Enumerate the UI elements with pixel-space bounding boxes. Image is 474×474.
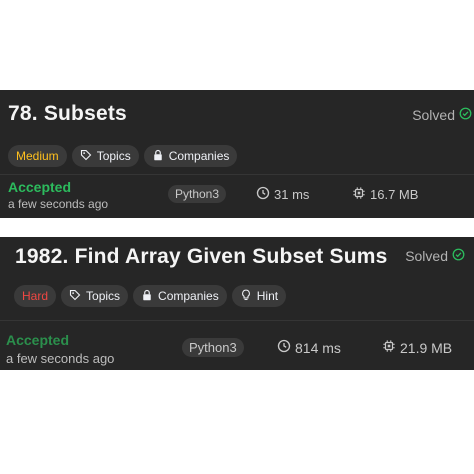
submission-card-subsets: 78. Subsets Solved Medium Topics Compani… [0, 90, 474, 218]
difficulty-badge: Medium [8, 145, 67, 167]
memory-stat: 16.7 MB [352, 186, 418, 203]
lock-icon [141, 289, 153, 304]
check-circle-icon [459, 107, 472, 123]
topics-label: Topics [96, 149, 131, 163]
hint-label: Hint [256, 289, 279, 303]
tag-list: Medium Topics Companies [8, 145, 238, 167]
divider [0, 320, 474, 321]
clock-icon [277, 339, 291, 356]
tag-list: Hard Topics Companies Hint [14, 285, 287, 307]
language-badge: Python3 [182, 338, 244, 357]
solved-indicator: Solved [405, 248, 465, 264]
lock-icon [152, 149, 164, 164]
check-circle-icon [452, 248, 465, 264]
problem-title[interactable]: 78. Subsets [8, 102, 127, 126]
chip-icon [382, 339, 396, 356]
submission-time: a few seconds ago [6, 351, 115, 366]
divider [0, 174, 474, 175]
status-accepted[interactable]: Accepted [8, 179, 71, 195]
runtime-value: 31 ms [274, 187, 310, 202]
lightbulb-icon [240, 289, 252, 304]
runtime-stat: 814 ms [277, 339, 341, 356]
memory-stat: 21.9 MB [382, 339, 452, 356]
difficulty-label: Hard [22, 289, 49, 303]
tag-icon [69, 289, 81, 304]
clock-icon [256, 186, 270, 203]
solved-label: Solved [412, 107, 455, 123]
hint-tag[interactable]: Hint [231, 285, 287, 307]
language-badge: Python3 [168, 185, 227, 203]
solved-label: Solved [405, 248, 448, 264]
runtime-stat: 31 ms [256, 186, 309, 203]
companies-tag[interactable]: Companies [133, 285, 227, 307]
companies-label: Companies [168, 149, 230, 163]
topics-label: Topics [86, 289, 121, 303]
memory-value: 16.7 MB [370, 187, 419, 202]
companies-tag[interactable]: Companies [143, 145, 238, 167]
submission-card-find-array: 1982. Find Array Given Subset Sums Solve… [0, 237, 474, 370]
topics-tag[interactable]: Topics [61, 285, 129, 307]
topics-tag[interactable]: Topics [71, 145, 139, 167]
tag-icon [80, 149, 92, 164]
status-accepted[interactable]: Accepted [6, 332, 69, 348]
difficulty-label: Medium [16, 149, 59, 163]
solved-indicator: Solved [412, 107, 472, 123]
submission-time: a few seconds ago [8, 197, 109, 211]
difficulty-badge: Hard [14, 285, 57, 307]
companies-label: Companies [158, 289, 219, 303]
problem-title[interactable]: 1982. Find Array Given Subset Sums [15, 245, 388, 269]
memory-value: 21.9 MB [400, 339, 453, 356]
runtime-value: 814 ms [295, 339, 341, 356]
chip-icon [352, 186, 366, 203]
